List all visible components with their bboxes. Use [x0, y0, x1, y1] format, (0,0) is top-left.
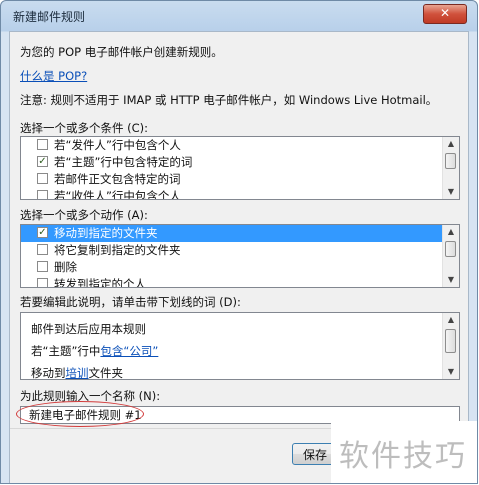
description-text: 文件夹	[88, 366, 124, 380]
dialog-client-area: 为您的 POP 电子邮件帐户创建新规则。 什么是 POP? 注意: 规则不适用于…	[9, 31, 469, 483]
checkbox-icon[interactable]	[37, 139, 48, 150]
checkbox-checked-icon[interactable]: ✓	[37, 227, 48, 238]
condition-label: 若“发件人”行中包含个人	[54, 138, 181, 152]
watermark: 软件技巧	[331, 421, 477, 483]
scrollbar-thumb[interactable]	[445, 329, 456, 353]
condition-label: 若“主题”行中包含特定的词	[54, 155, 193, 169]
description-text: 若“主题”行中	[31, 344, 101, 358]
action-label: 删除	[54, 260, 77, 274]
scroll-down-arrow-icon[interactable]: ▼	[443, 185, 459, 199]
actions-scrollbar[interactable]: ▲ ▼	[442, 225, 459, 287]
checkbox-icon[interactable]	[37, 261, 48, 272]
rule-dialog-window: 新建邮件规则 ✕ 为您的 POP 电子邮件帐户创建新规则。 什么是 POP? 注…	[0, 0, 478, 484]
rule-description-box: 邮件到达后应用本规则 若“主题”行中包含“公司” 移动到培训文件夹 ▲ ▼	[20, 312, 460, 380]
what-is-pop-link[interactable]: 什么是 POP?	[20, 68, 87, 84]
intro-text: 为您的 POP 电子邮件帐户创建新规则。	[20, 45, 223, 59]
rule-name-label: 为此规则输入一个名称 (N):	[20, 389, 161, 403]
scroll-up-arrow-icon[interactable]: ▲	[443, 137, 459, 151]
checkbox-icon[interactable]	[37, 244, 48, 255]
action-label: 转发到指定的个人	[54, 277, 146, 288]
condition-item[interactable]: ✓ 若“主题”行中包含特定的词	[21, 154, 442, 171]
conditions-scrollbar[interactable]: ▲ ▼	[442, 137, 459, 199]
checkbox-icon[interactable]	[37, 173, 48, 184]
description-line-2: 若“主题”行中包含“公司”	[31, 343, 158, 359]
description-label: 若要编辑此说明，请单击带下划线的词 (D):	[20, 295, 241, 309]
conditions-list[interactable]: 若“发件人”行中包含个人 ✓ 若“主题”行中包含特定的词 若邮件正文包含特定的词…	[20, 136, 460, 200]
scroll-up-arrow-icon[interactable]: ▲	[443, 313, 459, 327]
condition-item[interactable]: 若邮件正文包含特定的词	[21, 171, 442, 188]
close-icon: ✕	[439, 6, 451, 20]
description-scrollbar[interactable]: ▲ ▼	[442, 313, 459, 379]
action-label: 将它复制到指定的文件夹	[54, 243, 181, 257]
scroll-down-arrow-icon[interactable]: ▼	[443, 273, 459, 287]
conditions-label: 选择一个或多个条件 (C):	[20, 121, 149, 135]
condition-item[interactable]: 若“收件人”行中包含个人	[21, 188, 442, 200]
title-bar[interactable]: 新建邮件规则 ✕	[1, 1, 477, 31]
action-item[interactable]: 删除	[21, 259, 442, 276]
notice-text: 注意: 规则不适用于 IMAP 或 HTTP 电子邮件帐户，如 Windows …	[20, 93, 438, 107]
scroll-down-arrow-icon[interactable]: ▼	[443, 365, 459, 379]
target-folder-link[interactable]: 培训	[66, 366, 89, 379]
action-item-selected[interactable]: ✓ 移动到指定的文件夹	[21, 225, 442, 242]
watermark-text: 软件技巧	[339, 439, 467, 474]
actions-label: 选择一个或多个动作 (A):	[20, 208, 148, 222]
action-item[interactable]: 将它复制到指定的文件夹	[21, 242, 442, 259]
contains-words-link[interactable]: 包含“公司”	[100, 344, 158, 358]
checkbox-checked-icon[interactable]: ✓	[37, 156, 48, 167]
description-line-3: 移动到培训文件夹	[31, 365, 124, 380]
condition-label: 若“收件人”行中包含个人	[54, 189, 181, 200]
description-text: 移动到	[31, 366, 66, 380]
actions-list[interactable]: ✓ 移动到指定的文件夹 将它复制到指定的文件夹 删除 转发到指定的个人 ▲ ▼	[20, 224, 460, 288]
action-label: 移动到指定的文件夹	[54, 226, 158, 240]
scrollbar-thumb[interactable]	[445, 153, 456, 169]
action-item[interactable]: 转发到指定的个人	[21, 276, 442, 288]
scroll-up-arrow-icon[interactable]: ▲	[443, 225, 459, 239]
scrollbar-thumb[interactable]	[445, 241, 456, 257]
description-line-1: 邮件到达后应用本规则	[31, 322, 146, 336]
close-button[interactable]: ✕	[423, 4, 467, 24]
condition-label: 若邮件正文包含特定的词	[54, 172, 181, 186]
checkbox-icon[interactable]	[37, 190, 48, 199]
window-title: 新建邮件规则	[13, 10, 86, 24]
checkbox-icon[interactable]	[37, 278, 48, 287]
condition-item[interactable]: 若“发件人”行中包含个人	[21, 137, 442, 154]
